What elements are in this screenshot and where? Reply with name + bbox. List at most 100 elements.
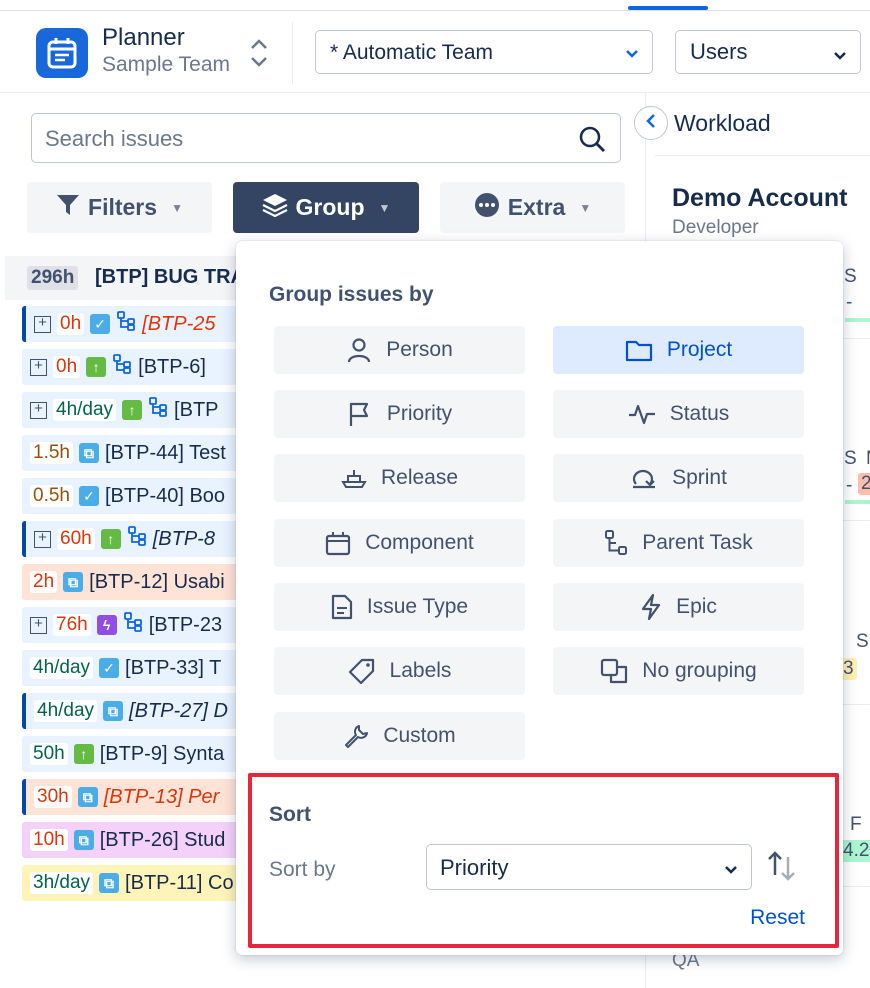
task-type-icon: ✓ — [99, 658, 120, 678]
issue-hours: 60h — [57, 528, 95, 550]
issue-hours: 0h — [57, 313, 85, 335]
extra-button[interactable]: Extra ▼ — [440, 182, 625, 233]
project-switcher-icon[interactable] — [248, 36, 270, 70]
sort-by-value: Priority — [440, 855, 509, 880]
issue-hours: 1.5h — [30, 442, 73, 464]
app-title: Planner — [102, 24, 185, 51]
pulse-icon — [628, 404, 655, 425]
issue-title: [BTP-26] Stud — [99, 828, 226, 851]
header-separator — [292, 22, 293, 84]
group-label: Group — [295, 194, 365, 220]
account-role: Developer — [672, 217, 759, 238]
subtasks-icon — [148, 397, 168, 423]
issue-hours: 4h/day — [34, 700, 98, 722]
group-option-priority[interactable]: Priority — [274, 390, 525, 438]
issue-hours: 2h — [30, 571, 58, 593]
hierarchy-icon — [605, 530, 628, 555]
sort-section: Sort Sort by Priority Reset — [248, 773, 839, 948]
day-label: F — [850, 814, 862, 835]
person-icon — [348, 338, 371, 363]
subtasks-icon — [116, 311, 136, 337]
ship-icon — [341, 470, 367, 488]
improvement-type-icon: ↑ — [122, 400, 143, 420]
group-option-person[interactable]: Person — [274, 326, 525, 374]
issue-title: [BTP-11] Co — [125, 871, 234, 894]
issue-title: [BTP-12] Usabi — [89, 570, 225, 593]
workload-divider — [655, 155, 870, 156]
day-value: - — [846, 475, 853, 496]
group-option-custom[interactable]: Custom — [274, 712, 525, 760]
team-select-value: * Automatic Team — [330, 41, 494, 64]
day-label: S — [844, 448, 857, 469]
expand-icon[interactable]: + — [30, 401, 47, 419]
filter-icon — [56, 194, 80, 222]
caret-down-icon: ▼ — [171, 200, 183, 215]
option-label: Release — [380, 466, 459, 489]
subtask-type-icon: ⧉ — [78, 443, 99, 463]
sort-direction-icon[interactable] — [766, 849, 798, 888]
expand-icon[interactable]: + — [34, 315, 51, 333]
group-option-parent-task[interactable]: Parent Task — [553, 519, 804, 567]
search-input[interactable]: Search issues — [31, 113, 621, 163]
day-label: S — [856, 631, 869, 652]
day-value: - — [846, 292, 853, 313]
issue-title: [BTP-25 — [142, 312, 216, 335]
expand-icon[interactable]: + — [30, 358, 47, 376]
group-option-status[interactable]: Status — [553, 390, 804, 438]
caret-down-icon: ▼ — [378, 200, 391, 215]
group-option-sprint[interactable]: Sprint — [553, 454, 804, 502]
workload-bar — [845, 318, 870, 322]
group-dropdown: Group issues by Person Project Priority … — [236, 241, 843, 955]
expand-icon[interactable]: + — [30, 616, 47, 634]
filters-label: Filters — [88, 194, 158, 220]
issue-hours: 0.5h — [30, 485, 73, 507]
filters-button[interactable]: Filters ▼ — [27, 182, 212, 233]
option-label: Parent Task — [642, 531, 753, 554]
tag-icon — [348, 658, 374, 684]
reset-link[interactable]: Reset — [750, 906, 805, 930]
workload-bar — [845, 500, 870, 504]
search-icon[interactable] — [578, 125, 606, 159]
group-option-no-grouping[interactable]: No grouping — [553, 647, 804, 695]
group-button[interactable]: Group ▼ — [233, 182, 419, 233]
group-option-labels[interactable]: Labels — [274, 647, 525, 695]
team-select[interactable]: * Automatic Team — [315, 30, 653, 74]
sort-by-select[interactable]: Priority — [426, 844, 752, 890]
sort-by-label: Sort by — [269, 858, 336, 881]
workload-title: Workload — [674, 110, 771, 136]
subtasks-icon — [127, 526, 147, 552]
option-label: No grouping — [642, 659, 757, 682]
task-type-icon: ✓ — [78, 486, 99, 506]
flag-icon — [349, 402, 368, 426]
chevron-down-icon — [723, 857, 739, 883]
issue-title: [BTP-9] Synta — [99, 742, 225, 765]
account-name: Demo Account — [672, 184, 848, 212]
expand-icon[interactable]: + — [34, 530, 51, 548]
issue-hours: 30h — [34, 786, 72, 808]
group-option-issue-type[interactable]: Issue Type — [274, 583, 525, 631]
view-select[interactable]: Users — [675, 30, 861, 74]
issue-title: [BTP-40] Boo — [104, 484, 226, 507]
issue-hours: 0h — [53, 356, 81, 378]
group-option-epic[interactable]: Epic — [553, 583, 804, 631]
day-value: 2 — [858, 473, 870, 495]
task-type-icon: ✓ — [90, 314, 111, 334]
issue-hours: 10h — [30, 829, 68, 851]
subtask-type-icon: ⧉ — [73, 830, 94, 850]
extra-label: Extra — [507, 194, 566, 220]
day-label: M — [866, 448, 870, 470]
document-icon — [331, 594, 353, 620]
lightning-icon — [641, 594, 661, 620]
issue-hours: 76h — [53, 614, 91, 636]
issue-title: [BTP-27] D — [129, 699, 228, 722]
sort-title: Sort — [269, 803, 311, 826]
issue-title: [BTP-6] — [138, 355, 206, 378]
search-placeholder: Search issues — [45, 126, 184, 151]
day-value: 4.2 — [840, 840, 870, 862]
issue-title: [BTP-13] Per — [103, 785, 220, 808]
group-option-component[interactable]: Component — [274, 519, 525, 567]
collapse-panel-button[interactable] — [634, 106, 668, 140]
group-title: [BTP] BUG TRA — [95, 266, 245, 288]
group-option-project[interactable]: Project — [553, 326, 804, 374]
group-option-release[interactable]: Release — [274, 454, 525, 502]
